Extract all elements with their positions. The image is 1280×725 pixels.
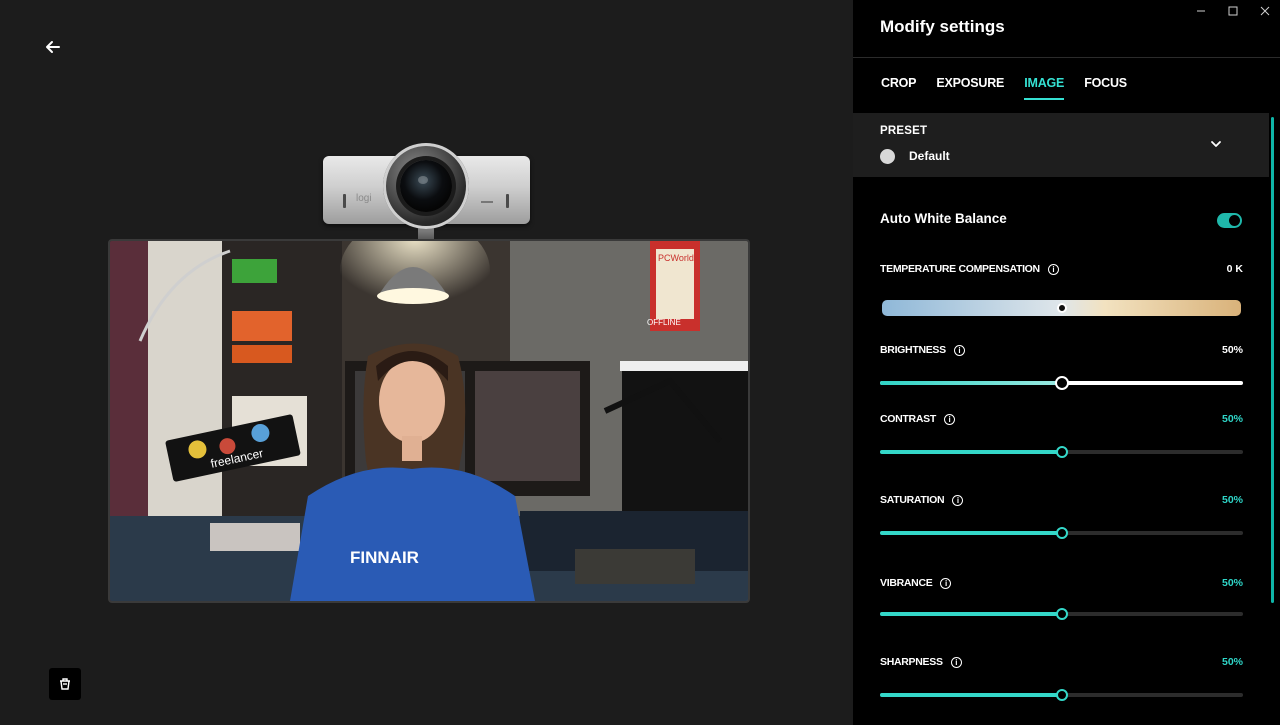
offline-sign: OFFLINE xyxy=(647,318,681,327)
tab-exposure[interactable]: EXPOSURE xyxy=(936,76,1004,100)
slider-thumb[interactable] xyxy=(1055,527,1068,539)
webcam-illustration: logi xyxy=(323,143,530,243)
temperature-value: 0 K xyxy=(1226,263,1243,275)
saturation-slider[interactable] xyxy=(880,525,1243,541)
webcam-logo: logi xyxy=(356,193,372,204)
window-controls xyxy=(1194,4,1272,18)
temperature-slider[interactable] xyxy=(882,300,1241,316)
slider-fill xyxy=(880,450,1062,454)
poster-title: PCWorld xyxy=(658,253,694,263)
tab-focus[interactable]: FOCUS xyxy=(1084,76,1127,100)
webcam-lens xyxy=(400,160,452,212)
slider-fill xyxy=(880,381,1062,385)
slider-fill xyxy=(880,612,1062,616)
back-button[interactable] xyxy=(40,34,66,60)
webcam-mic-slot xyxy=(343,194,346,208)
temperature-slider-thumb[interactable] xyxy=(1056,303,1067,313)
webcam-mic-slot xyxy=(506,194,509,208)
slider-thumb[interactable] xyxy=(1055,446,1068,458)
tool-button[interactable] xyxy=(49,668,81,700)
settings-tabs: CROP EXPOSURE IMAGE FOCUS xyxy=(881,76,1127,100)
settings-panel: Modify settings CROP EXPOSURE IMAGE FOCU… xyxy=(853,0,1280,725)
title-divider xyxy=(853,57,1280,58)
chevron-down-icon xyxy=(1211,141,1221,147)
auto-white-balance-toggle[interactable] xyxy=(1217,213,1242,228)
info-icon[interactable]: i xyxy=(1047,263,1059,275)
auto-white-balance-label: Auto White Balance xyxy=(880,211,1007,226)
vibrance-slider[interactable] xyxy=(880,606,1243,622)
brightness-slider[interactable] xyxy=(880,375,1243,391)
preview-pane: logi PCWorld OFFLINE freelancer FINNAIR xyxy=(0,0,853,725)
temperature-label: TEMPERATURE COMPENSATION xyxy=(880,263,1040,275)
vibrance-row-label: VIBRANCE i xyxy=(880,577,952,589)
panel-title: Modify settings xyxy=(880,17,1005,36)
info-icon[interactable]: i xyxy=(950,656,962,668)
vibrance-label: VIBRANCE xyxy=(880,577,933,589)
slider-thumb[interactable] xyxy=(1055,689,1068,701)
brightness-label: BRIGHTNESS xyxy=(880,344,946,356)
sharpness-label: SHARPNESS xyxy=(880,656,943,668)
preview-image: PCWorld OFFLINE freelancer FINNAIR xyxy=(110,241,748,601)
arrow-left-icon xyxy=(46,41,60,53)
slider-thumb[interactable] xyxy=(1054,376,1069,390)
minimize-icon[interactable] xyxy=(1194,4,1208,18)
slider-fill xyxy=(880,531,1062,535)
brightness-value: 50% xyxy=(1221,344,1243,356)
info-icon[interactable]: i xyxy=(953,344,965,356)
cup-icon xyxy=(60,678,70,690)
contrast-value: 50% xyxy=(1221,413,1243,425)
preset-label: PRESET xyxy=(880,125,928,137)
vibrance-value: 50% xyxy=(1221,577,1243,589)
info-icon[interactable]: i xyxy=(943,413,955,425)
saturation-label: SATURATION xyxy=(880,494,945,506)
maximize-icon[interactable] xyxy=(1226,4,1240,18)
webcam-led xyxy=(481,201,493,203)
camera-preview: PCWorld OFFLINE freelancer FINNAIR xyxy=(108,239,750,603)
close-icon[interactable] xyxy=(1258,4,1272,18)
webcam-lens-ring xyxy=(383,143,469,229)
brightness-row-label: BRIGHTNESS i xyxy=(880,344,965,356)
contrast-row-label: CONTRAST i xyxy=(880,413,955,425)
sharpness-row-label: SHARPNESS i xyxy=(880,656,962,668)
contrast-label: CONTRAST xyxy=(880,413,936,425)
sharpness-slider[interactable] xyxy=(880,687,1243,703)
preset-value: Default xyxy=(909,149,950,163)
tab-image[interactable]: IMAGE xyxy=(1024,76,1064,100)
preset-dropdown[interactable]: PRESET Default xyxy=(853,113,1269,177)
tab-crop[interactable]: CROP xyxy=(881,76,917,100)
temperature-row-label: TEMPERATURE COMPENSATION i xyxy=(880,263,1059,275)
saturation-value: 50% xyxy=(1221,494,1243,506)
shirt-logo-text: FINNAIR xyxy=(350,548,419,567)
contrast-slider[interactable] xyxy=(880,444,1243,460)
preset-color-dot xyxy=(880,149,895,164)
slider-fill xyxy=(880,693,1062,697)
sharpness-value: 50% xyxy=(1221,656,1243,668)
panel-scrollbar[interactable] xyxy=(1271,117,1274,603)
saturation-row-label: SATURATION i xyxy=(880,494,964,506)
info-icon[interactable]: i xyxy=(952,494,964,506)
slider-thumb[interactable] xyxy=(1055,608,1068,620)
info-icon[interactable]: i xyxy=(940,577,952,589)
